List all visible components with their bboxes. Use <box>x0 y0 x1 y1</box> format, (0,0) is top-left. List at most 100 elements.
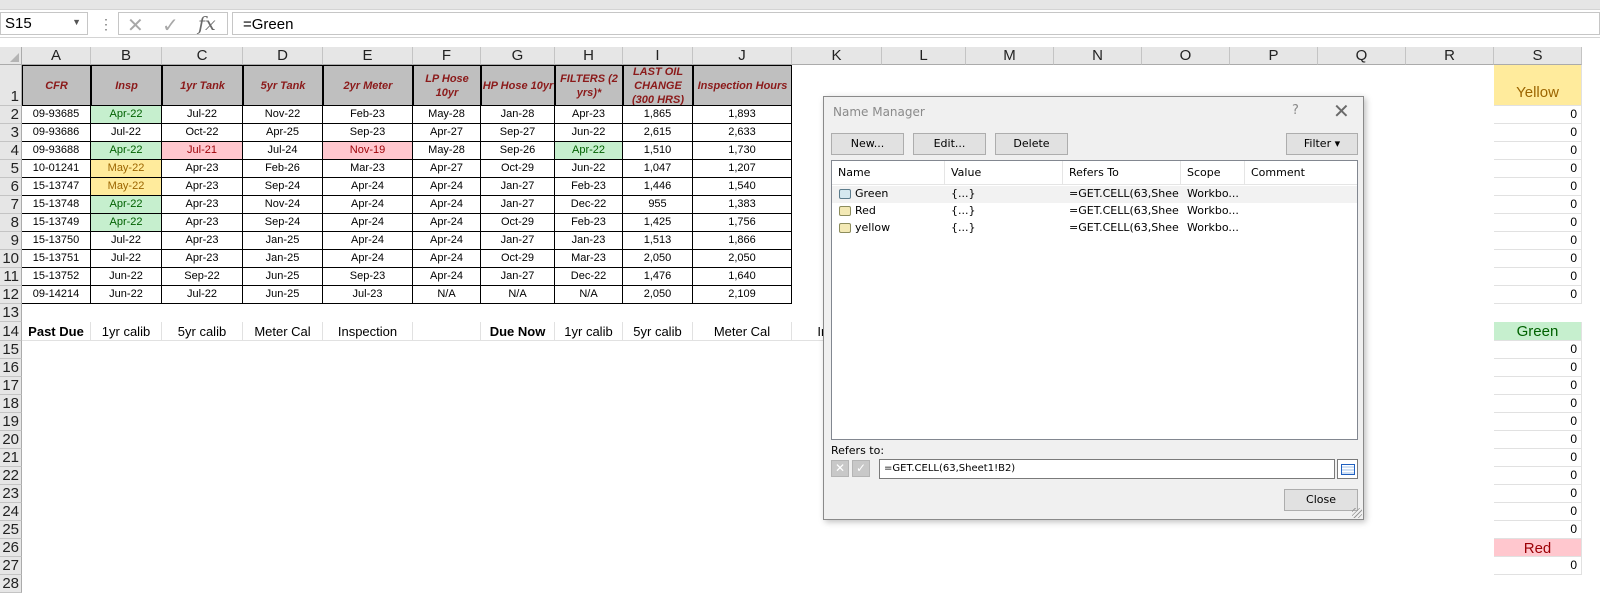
table-cell[interactable]: Jul-23 <box>323 286 413 304</box>
table-cell[interactable]: Jan-27 <box>481 178 555 196</box>
column-header-f[interactable]: F <box>413 47 481 65</box>
table-cell[interactable]: Dec-22 <box>555 268 623 286</box>
table-cell[interactable]: Jul-21 <box>162 142 243 160</box>
table-cell[interactable]: Nov-24 <box>243 196 323 214</box>
table-cell[interactable]: Sep-26 <box>481 142 555 160</box>
row-header-9[interactable]: 9 <box>0 232 22 250</box>
table-cell[interactable]: Nov-22 <box>243 106 323 124</box>
row-header-25[interactable]: 25 <box>0 521 22 539</box>
table-cell[interactable]: Jun-25 <box>243 268 323 286</box>
select-all-corner[interactable] <box>0 47 22 65</box>
row-header-17[interactable]: 17 <box>0 377 22 395</box>
column-header-r[interactable]: R <box>1406 47 1494 65</box>
table-cell[interactable]: Apr-23 <box>162 250 243 268</box>
table-cell[interactable]: Apr-24 <box>323 250 413 268</box>
row-header-18[interactable]: 18 <box>0 395 22 413</box>
table-cell[interactable]: 15-13748 <box>22 196 91 214</box>
list-item[interactable]: yellow {...} =GET.CELL(63,Shee... Workbo… <box>832 220 1357 237</box>
table-header-cell[interactable]: CFR <box>22 65 91 106</box>
table-cell[interactable]: Oct-29 <box>481 214 555 232</box>
table-cell[interactable]: 1,865 <box>623 106 693 124</box>
table-cell[interactable]: May-22 <box>91 178 162 196</box>
table-cell[interactable]: Jan-23 <box>555 232 623 250</box>
table-cell[interactable]: 10-01241 <box>22 160 91 178</box>
table-cell[interactable]: Apr-22 <box>91 106 162 124</box>
row14-cell[interactable]: Past Due <box>22 322 91 341</box>
table-cell[interactable]: 1,476 <box>623 268 693 286</box>
table-cell[interactable]: 15-13750 <box>22 232 91 250</box>
column-header-c[interactable]: C <box>162 47 243 65</box>
close-icon[interactable]: ✕ <box>1333 99 1350 123</box>
value-cell-s[interactable]: 0 <box>1494 142 1582 160</box>
row-header-16[interactable]: 16 <box>0 359 22 377</box>
value-cell-s[interactable]: 0 <box>1494 467 1582 485</box>
column-header-o[interactable]: O <box>1142 47 1230 65</box>
column-header-n[interactable]: N <box>1054 47 1142 65</box>
value-cell-s[interactable]: 0 <box>1494 449 1582 467</box>
value-cell-s[interactable]: 0 <box>1494 286 1582 304</box>
value-cell-s[interactable]: 0 <box>1494 485 1582 503</box>
table-header-cell[interactable]: 1yr Tank <box>162 65 243 106</box>
table-cell[interactable]: Apr-22 <box>91 214 162 232</box>
table-cell[interactable]: 2,633 <box>693 124 792 142</box>
table-cell[interactable]: Mar-23 <box>323 160 413 178</box>
table-cell[interactable]: Feb-23 <box>555 178 623 196</box>
table-cell[interactable]: Apr-27 <box>413 160 481 178</box>
row-header-3[interactable]: 3 <box>0 124 22 142</box>
row14-cell[interactable]: Meter Cal <box>243 322 323 341</box>
table-cell[interactable]: Feb-26 <box>243 160 323 178</box>
table-cell[interactable]: Apr-22 <box>91 142 162 160</box>
table-cell[interactable]: 2,050 <box>693 250 792 268</box>
table-cell[interactable]: Sep-23 <box>323 124 413 142</box>
table-cell[interactable]: Jul-22 <box>162 106 243 124</box>
table-cell[interactable]: 1,383 <box>693 196 792 214</box>
column-header-p[interactable]: P <box>1230 47 1318 65</box>
value-cell-s[interactable]: 0 <box>1494 395 1582 413</box>
table-cell[interactable]: Apr-23 <box>555 106 623 124</box>
table-cell[interactable]: 1,510 <box>623 142 693 160</box>
row14-cell[interactable]: Meter Cal <box>693 322 792 341</box>
table-cell[interactable]: Nov-19 <box>323 142 413 160</box>
column-header-g[interactable]: G <box>481 47 555 65</box>
list-item[interactable]: Red {...} =GET.CELL(63,Shee... Workbo... <box>832 203 1357 220</box>
table-cell[interactable]: Feb-23 <box>323 106 413 124</box>
value-cell-s[interactable]: 0 <box>1494 178 1582 196</box>
table-cell[interactable]: N/A <box>555 286 623 304</box>
table-cell[interactable]: Apr-23 <box>162 160 243 178</box>
table-cell[interactable]: Jul-22 <box>91 250 162 268</box>
column-header-a[interactable]: A <box>22 47 91 65</box>
table-cell[interactable]: Apr-24 <box>413 196 481 214</box>
table-cell[interactable]: Apr-27 <box>413 124 481 142</box>
column-header-m[interactable]: M <box>966 47 1054 65</box>
value-cell-s[interactable]: 0 <box>1494 106 1582 124</box>
formula-bar-grip-icon[interactable]: ⋮ <box>99 16 113 33</box>
value-cell-s[interactable]: 0 <box>1494 431 1582 449</box>
row14-cell[interactable]: 5yr calib <box>623 322 693 341</box>
table-header-cell[interactable]: 5yr Tank <box>243 65 323 106</box>
table-cell[interactable]: 955 <box>623 196 693 214</box>
table-cell[interactable]: 1,756 <box>693 214 792 232</box>
table-header-cell[interactable]: Inspection Hours <box>693 65 792 106</box>
table-cell[interactable]: Feb-23 <box>555 214 623 232</box>
table-cell[interactable]: Apr-23 <box>162 178 243 196</box>
row-header-21[interactable]: 21 <box>0 449 22 467</box>
table-cell[interactable]: Mar-23 <box>555 250 623 268</box>
row14-cell[interactable]: Inspection <box>323 322 413 341</box>
table-cell[interactable]: Apr-24 <box>413 214 481 232</box>
status-label-yellow[interactable]: Yellow <box>1494 65 1582 106</box>
value-cell-s[interactable]: 0 <box>1494 359 1582 377</box>
table-cell[interactable]: 2,109 <box>693 286 792 304</box>
table-cell[interactable]: 09-93686 <box>22 124 91 142</box>
table-cell[interactable]: Oct-29 <box>481 250 555 268</box>
table-cell[interactable]: 1,640 <box>693 268 792 286</box>
table-cell[interactable]: 15-13752 <box>22 268 91 286</box>
table-cell[interactable]: Apr-24 <box>413 268 481 286</box>
row-header-27[interactable]: 27 <box>0 557 22 575</box>
table-cell[interactable]: Sep-24 <box>243 178 323 196</box>
new-button[interactable]: New... <box>831 133 904 155</box>
list-header-comment[interactable]: Comment <box>1245 161 1357 185</box>
value-cell-s[interactable]: 0 <box>1494 124 1582 142</box>
row-header-7[interactable]: 7 <box>0 196 22 214</box>
row-header-4[interactable]: 4 <box>0 142 22 160</box>
table-header-cell[interactable]: 2yr Meter <box>323 65 413 106</box>
